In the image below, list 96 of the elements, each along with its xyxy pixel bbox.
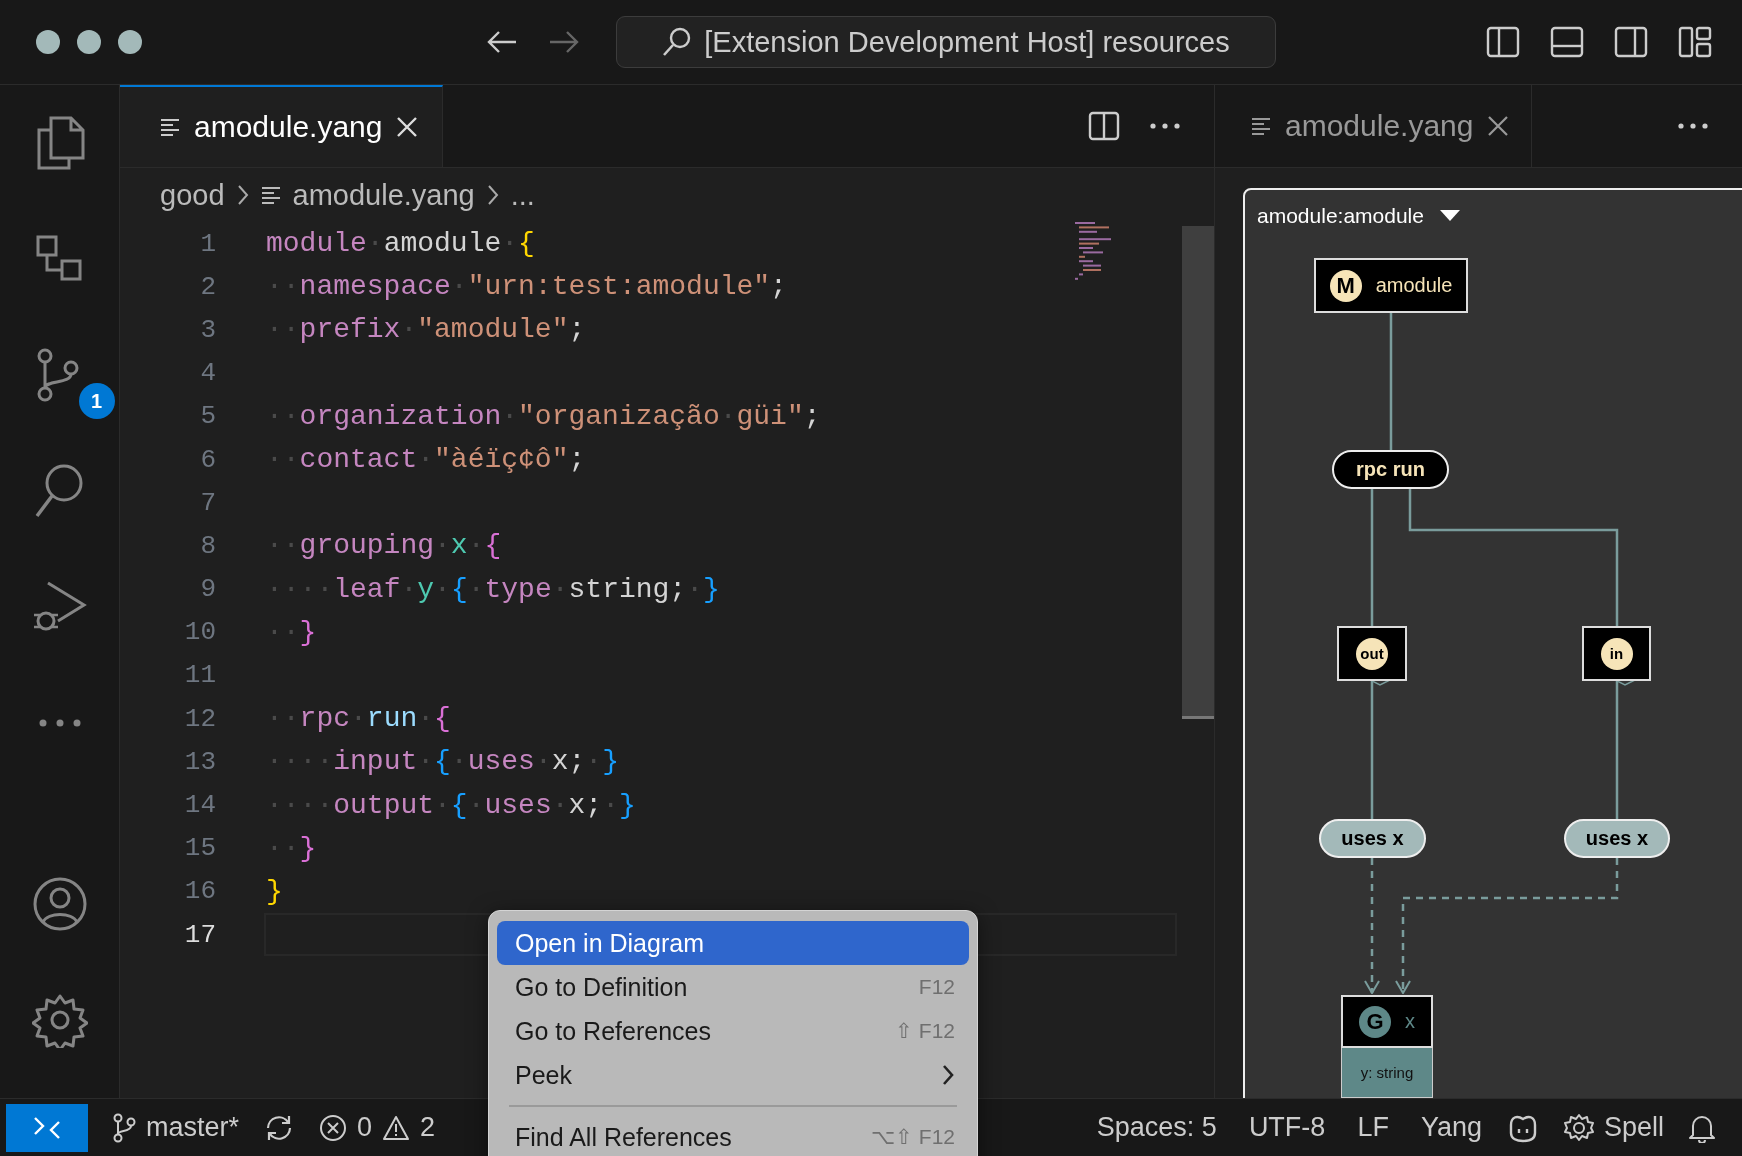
primary-sidebar-toggle-icon[interactable] <box>1486 26 1520 58</box>
panel-toggle-icon[interactable] <box>1550 26 1584 58</box>
code-line: ··} <box>266 616 317 648</box>
scrollbar-thumb[interactable] <box>1182 226 1214 719</box>
code-line: } <box>266 875 283 907</box>
line-number: 14 <box>183 790 216 821</box>
secondary-sidebar-toggle-icon[interactable] <box>1614 26 1648 58</box>
grouping-node[interactable]: G x <box>1341 995 1433 1048</box>
menu-item[interactable]: Peek <box>497 1053 969 1097</box>
line-number: 15 <box>183 833 216 864</box>
grouping-badge: G <box>1359 1005 1391 1038</box>
output-node[interactable]: out <box>1337 626 1407 681</box>
file-lines-icon <box>260 186 281 204</box>
code-line: ····output·{·uses·x;·} <box>266 789 636 821</box>
line-number: 4 <box>199 358 216 389</box>
shortcut-label: ⌥⇧ F12 <box>870 1125 955 1149</box>
node-label: amodule <box>1375 274 1453 297</box>
shortcut-label: ⇧ F12 <box>894 1019 955 1043</box>
rpc-node[interactable]: rpc run <box>1332 450 1449 489</box>
module-badge: M <box>1329 269 1362 302</box>
line-number: 11 <box>183 660 216 691</box>
line-number: 16 <box>183 876 216 907</box>
forward-arrow-icon[interactable] <box>548 30 580 54</box>
file-lines-icon <box>160 118 180 136</box>
close-icon[interactable] <box>1487 115 1510 137</box>
caret-down-icon <box>1439 210 1460 222</box>
code-line: ··organization·"organização·güi"; <box>266 400 821 432</box>
spell-button[interactable]: Spell <box>1555 1112 1672 1143</box>
remote-button[interactable] <box>6 1103 88 1152</box>
branch-button[interactable]: master* <box>104 1112 248 1143</box>
code-line: ··namespace·"urn:test:amodule"; <box>266 271 787 303</box>
menu-item[interactable]: Open in Diagram <box>497 921 969 965</box>
editor-tab[interactable]: amodule.yang <box>120 85 444 167</box>
uses-node[interactable]: uses x <box>1564 819 1670 858</box>
search-icon <box>662 27 693 57</box>
status-item[interactable]: Spaces: 5 <box>1088 1112 1225 1143</box>
line-number: 1 <box>199 228 216 259</box>
status-item[interactable]: LF <box>1349 1112 1397 1143</box>
chevron-right-icon <box>486 184 499 206</box>
minimize-window-button[interactable] <box>77 30 101 54</box>
line-number: 3 <box>199 314 216 345</box>
breadcrumb-item[interactable]: good <box>160 178 225 212</box>
zoom-window-button[interactable] <box>118 30 142 54</box>
line-number: 12 <box>183 703 216 734</box>
line-number: 9 <box>199 574 216 605</box>
line-number: 7 <box>199 487 216 518</box>
menu-item[interactable]: Find All References ⌥⇧ F12 <box>497 1115 969 1156</box>
file-lines-icon <box>1251 117 1271 135</box>
shortcut-label: F12 <box>918 975 955 999</box>
line-number: 8 <box>199 530 216 561</box>
back-arrow-icon[interactable] <box>486 30 518 54</box>
code-line: ··} <box>266 832 317 864</box>
code-line: ····leaf·y·{·type·string;·} <box>266 573 720 605</box>
squares-icon[interactable] <box>34 234 85 284</box>
gear-icon <box>1563 1112 1594 1143</box>
more-icon[interactable] <box>1150 123 1180 129</box>
code-line: ··grouping·x·{ <box>266 530 502 562</box>
command-center-field[interactable]: [Extension Development Host] resources <box>616 16 1276 68</box>
uses-node[interactable]: uses x <box>1319 819 1426 858</box>
breadcrumb-item[interactable]: amodule.yang <box>292 178 475 212</box>
more-icon[interactable] <box>1678 123 1708 129</box>
attribute-row: y: string <box>1341 1048 1433 1098</box>
count-badge: 1 <box>78 383 115 419</box>
code-line: ··rpc·run·{ <box>266 703 451 735</box>
breadcrumb-item[interactable]: ... <box>510 178 535 212</box>
code-line: ····input·{·uses·x;·} <box>266 746 619 778</box>
account-icon[interactable] <box>31 876 88 932</box>
module-selector-dropdown[interactable]: amodule:amodule <box>1245 190 1742 228</box>
split-editor-icon[interactable] <box>1088 111 1120 141</box>
warning-icon <box>382 1114 411 1141</box>
menu-item[interactable]: Go to Definition F12 <box>497 965 969 1009</box>
error-icon <box>319 1113 348 1142</box>
problems-button[interactable]: 0 2 <box>311 1112 444 1143</box>
line-number: 13 <box>183 746 216 777</box>
line-number: 5 <box>199 401 216 432</box>
layout-grid-icon[interactable] <box>1678 26 1712 58</box>
line-number: 17 <box>183 919 216 950</box>
module-node[interactable]: M amodule <box>1314 258 1468 313</box>
line-number: 6 <box>199 444 216 475</box>
input-node[interactable]: in <box>1582 626 1651 681</box>
status-item[interactable]: UTF-8 <box>1240 1112 1334 1143</box>
chevron-right-icon <box>236 184 249 206</box>
line-number: 2 <box>199 271 216 302</box>
output-badge: out <box>1356 637 1388 670</box>
node-label: x <box>1405 1010 1415 1033</box>
line-number: 10 <box>183 617 216 648</box>
close-window-button[interactable] <box>36 30 60 54</box>
menu-item[interactable]: Go to References ⇧ F12 <box>497 1009 969 1053</box>
code-line: ··contact·"àéïç¢ô"; <box>266 444 586 476</box>
status-item[interactable]: Yang <box>1412 1112 1490 1143</box>
code-line: module·amodule·{ <box>266 228 535 260</box>
settings-icon[interactable] <box>31 992 88 1048</box>
more-icon[interactable] <box>37 718 82 728</box>
code-line: ··prefix·"amodule"; <box>266 314 586 346</box>
branch-icon <box>112 1112 136 1143</box>
input-badge: in <box>1600 637 1633 670</box>
